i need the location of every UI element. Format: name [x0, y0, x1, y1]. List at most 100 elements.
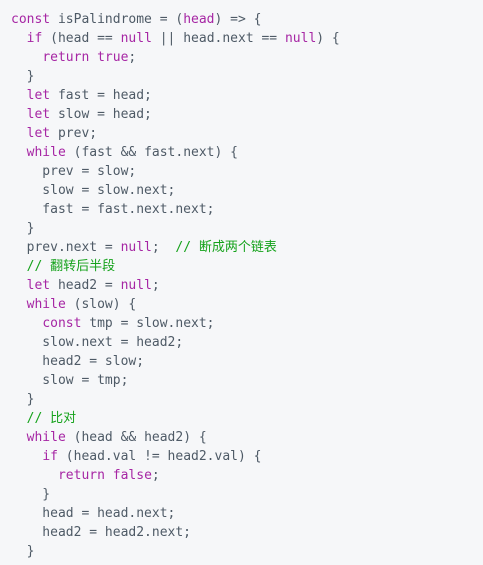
- code-line: let slow = head;: [11, 105, 483, 124]
- code-text: }: [11, 487, 51, 502]
- code-text: (head && head2) {: [65, 430, 207, 445]
- code-line: while (head && head2) {: [11, 428, 483, 447]
- code-text: fast = fast.next.next;: [11, 202, 215, 217]
- code-text: || head.next ==: [151, 31, 285, 46]
- code-keyword: let: [26, 107, 51, 122]
- code-text: isPalindrome = (: [50, 12, 184, 27]
- code-text: slow = head;: [50, 107, 152, 122]
- code-keyword: null: [120, 31, 152, 46]
- code-line: slow = slow.next;: [11, 181, 483, 200]
- code-line: }: [11, 485, 483, 504]
- code-keyword: null: [284, 31, 317, 46]
- code-text: fast = head;: [50, 88, 152, 103]
- code-line: let prev;: [11, 124, 483, 143]
- code-text: head2 = head2.next;: [11, 525, 192, 540]
- code-line: // 比对: [11, 409, 483, 428]
- code-line: slow = tmp;: [11, 371, 483, 390]
- code-line: slow.next = head2;: [11, 333, 483, 352]
- code-line: head2 = head2.next;: [11, 523, 483, 542]
- code-text: ;: [151, 240, 176, 255]
- code-text: slow = tmp;: [11, 373, 129, 388]
- code-keyword: return: [57, 468, 105, 483]
- code-keyword: if: [42, 449, 58, 464]
- code-block[interactable]: const isPalindrome = (head) => { if (hea…: [0, 0, 483, 565]
- code-line: head = head.next;: [11, 504, 483, 523]
- code-keyword: while: [26, 430, 66, 445]
- code-line: let head2 = null;: [11, 276, 483, 295]
- code-text: ;: [128, 50, 137, 65]
- code-line: if (head == null || head.next == null) {: [11, 29, 483, 48]
- code-line: prev = slow;: [11, 162, 483, 181]
- code-text: slow.next = head2;: [11, 335, 184, 350]
- code-keyword: let: [26, 278, 51, 293]
- code-keyword: while: [26, 145, 66, 160]
- code-text: (head ==: [42, 31, 121, 46]
- code-keyword: head: [183, 12, 215, 27]
- code-keyword: let: [26, 126, 51, 141]
- code-text: }: [11, 392, 35, 407]
- code-line: }: [11, 390, 483, 409]
- code-keyword: return: [42, 50, 90, 65]
- code-line: return true;: [11, 48, 483, 67]
- code-keyword: null: [120, 278, 152, 293]
- code-keyword: let: [26, 88, 51, 103]
- code-text: head2 =: [50, 278, 121, 293]
- code-text: ;: [151, 278, 160, 293]
- code-text: slow = slow.next;: [11, 183, 176, 198]
- code-line: const tmp = slow.next;: [11, 314, 483, 333]
- code-text: }: [11, 69, 35, 84]
- code-text: }: [11, 221, 35, 236]
- code-text: (fast && fast.next) {: [65, 145, 238, 160]
- code-line: // 翻转后半段: [11, 257, 483, 276]
- code-comment: // 比对: [26, 411, 77, 426]
- code-text: tmp = slow.next;: [81, 316, 215, 331]
- code-text: head2 = slow;: [11, 354, 145, 369]
- code-line: head2 = slow;: [11, 352, 483, 371]
- code-text: prev.next =: [11, 240, 121, 255]
- code-text: prev = slow;: [11, 164, 137, 179]
- code-line: while (fast && fast.next) {: [11, 143, 483, 162]
- code-keyword: if: [26, 31, 43, 46]
- code-line: }: [11, 219, 483, 238]
- code-text: ) {: [316, 31, 340, 46]
- code-line: }: [11, 67, 483, 86]
- code-text: }: [11, 544, 35, 559]
- code-line: fast = fast.next.next;: [11, 200, 483, 219]
- code-line: while (slow) {: [11, 295, 483, 314]
- code-keyword: true: [97, 50, 129, 65]
- code-text: ;: [151, 468, 160, 483]
- code-line: prev.next = null; // 断成两个链表: [11, 238, 483, 257]
- code-text: prev;: [50, 126, 98, 141]
- code-text: (slow) {: [65, 297, 137, 312]
- code-line: return false;: [11, 466, 483, 485]
- code-line: const isPalindrome = (head) => {: [11, 10, 483, 29]
- code-text: head = head.next;: [11, 506, 176, 521]
- code-text: ) => {: [214, 12, 262, 27]
- code-keyword: null: [120, 240, 152, 255]
- code-keyword: const: [11, 12, 51, 27]
- code-keyword: while: [26, 297, 66, 312]
- code-keyword: const: [42, 316, 82, 331]
- code-line: }: [11, 542, 483, 561]
- code-comment: // 断成两个链表: [175, 240, 277, 255]
- code-line: let fast = head;: [11, 86, 483, 105]
- code-keyword: false: [112, 468, 152, 483]
- code-comment: // 翻转后半段: [26, 259, 116, 274]
- code-text: (head.val != head2.val) {: [57, 449, 262, 464]
